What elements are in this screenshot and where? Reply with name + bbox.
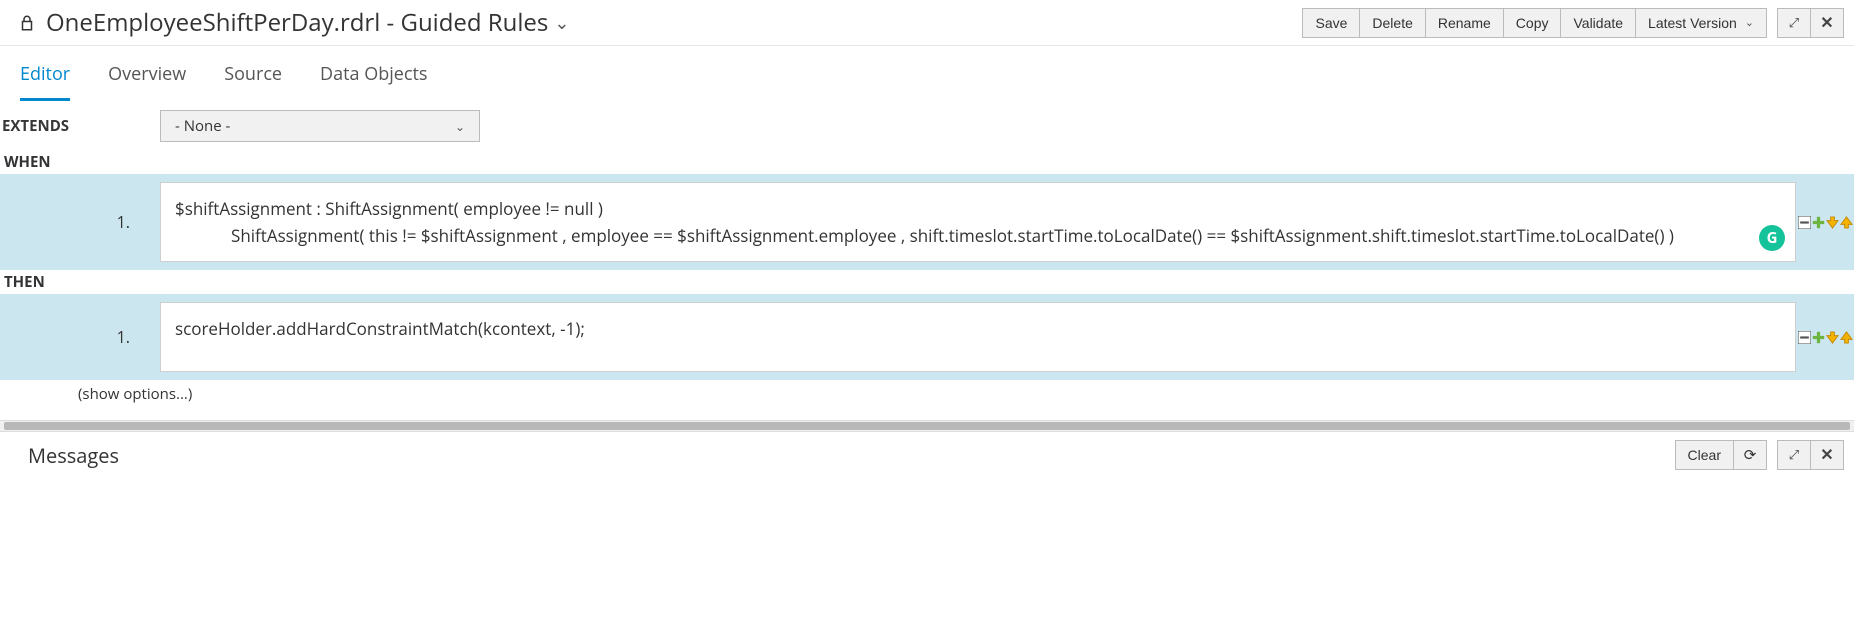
extends-value: - None - xyxy=(175,116,230,136)
condition-number: 1. xyxy=(0,174,160,270)
save-button[interactable]: Save xyxy=(1302,8,1360,38)
title-text: OneEmployeeShiftPerDay.rdrl - Guided Rul… xyxy=(46,6,548,39)
messages-panel-header: Messages Clear ⟳ ⤢ ✕ xyxy=(0,432,1854,478)
chevron-down-icon: ⌄ xyxy=(1745,16,1754,29)
extends-row: EXTENDS - None - ⌄ xyxy=(0,102,1854,150)
rename-button[interactable]: Rename xyxy=(1425,8,1504,38)
action-content[interactable]: scoreHolder.addHardConstraintMatch(kcont… xyxy=(160,302,1796,372)
when-label: WHEN xyxy=(2,152,51,172)
then-header: THEN xyxy=(0,270,1854,294)
move-down-icon[interactable] xyxy=(1826,331,1839,344)
extends-select[interactable]: - None - ⌄ xyxy=(160,110,480,142)
version-dropdown[interactable]: Latest Version ⌄ xyxy=(1635,8,1767,38)
chevron-down-icon: ⌄ xyxy=(554,11,569,35)
validate-button[interactable]: Validate xyxy=(1560,8,1636,38)
move-up-icon[interactable] xyxy=(1840,331,1853,344)
close-icon: ✕ xyxy=(1820,13,1833,33)
refresh-icon: ⟳ xyxy=(1744,446,1757,464)
add-below-icon[interactable] xyxy=(1812,216,1825,229)
scroll-thumb[interactable] xyxy=(4,422,1850,430)
tab-editor[interactable]: Editor xyxy=(20,56,70,101)
then-action-row: 1. scoreHolder.addHardConstraintMatch(kc… xyxy=(0,294,1854,380)
tabs: Editor Overview Source Data Objects xyxy=(0,46,1854,102)
condition-text: ShiftAssignment( this != $shiftAssignmen… xyxy=(231,224,1674,247)
tab-label: Overview xyxy=(108,62,186,86)
show-options-link[interactable]: (show options...) xyxy=(0,380,1854,418)
action-number: 1. xyxy=(0,294,160,380)
condition-actions xyxy=(1796,174,1854,270)
editor-header: OneEmployeeShiftPerDay.rdrl - Guided Rul… xyxy=(0,0,1854,46)
rule-editor: EXTENDS - None - ⌄ WHEN 1. $shiftAssignm… xyxy=(0,102,1854,418)
clear-messages-button[interactable]: Clear xyxy=(1675,440,1734,470)
page-title[interactable]: OneEmployeeShiftPerDay.rdrl - Guided Rul… xyxy=(46,6,569,39)
close-button[interactable]: ✕ xyxy=(1810,8,1844,38)
tab-label: Data Objects xyxy=(320,62,427,86)
close-icon: ✕ xyxy=(1820,445,1833,465)
messages-title: Messages xyxy=(28,442,119,469)
expand-icon: ⤢ xyxy=(1789,447,1799,463)
condition-line: $shiftAssignment : ShiftAssignment( empl… xyxy=(175,195,1781,222)
refresh-messages-button[interactable]: ⟳ xyxy=(1733,440,1767,470)
move-down-icon[interactable] xyxy=(1826,216,1839,229)
rename-label: Rename xyxy=(1438,15,1491,31)
toolbar: Save Delete Rename Copy Validate Latest … xyxy=(1302,8,1844,38)
save-label: Save xyxy=(1315,15,1347,31)
spacer xyxy=(1767,440,1777,470)
clear-label: Clear xyxy=(1688,447,1721,463)
lock-icon xyxy=(18,12,36,34)
header-left: OneEmployeeShiftPerDay.rdrl - Guided Rul… xyxy=(18,6,569,39)
action-actions xyxy=(1796,294,1854,380)
remove-icon[interactable] xyxy=(1798,216,1811,229)
when-condition-row: 1. $shiftAssignment : ShiftAssignment( e… xyxy=(0,174,1854,270)
tab-data-objects[interactable]: Data Objects xyxy=(320,56,427,101)
copy-button[interactable]: Copy xyxy=(1503,8,1562,38)
when-header: WHEN xyxy=(0,150,1854,174)
chevron-down-icon: ⌄ xyxy=(455,118,465,135)
messages-actions: Clear ⟳ ⤢ ✕ xyxy=(1675,440,1844,470)
tab-label: Editor xyxy=(20,62,70,86)
expand-messages-button[interactable]: ⤢ xyxy=(1777,440,1811,470)
close-messages-button[interactable]: ✕ xyxy=(1810,440,1844,470)
action-line: scoreHolder.addHardConstraintMatch(kcont… xyxy=(175,315,1781,342)
extends-label: EXTENDS xyxy=(0,116,160,136)
version-label: Latest Version xyxy=(1648,15,1737,31)
copy-label: Copy xyxy=(1516,15,1549,31)
show-options-text: (show options...) xyxy=(78,384,192,404)
move-up-icon[interactable] xyxy=(1840,216,1853,229)
then-label: THEN xyxy=(2,272,45,292)
validate-label: Validate xyxy=(1573,15,1623,31)
expand-button[interactable]: ⤢ xyxy=(1777,8,1811,38)
condition-line: ShiftAssignment( this != $shiftAssignmen… xyxy=(175,222,1781,249)
add-below-icon[interactable] xyxy=(1812,331,1825,344)
grammarly-icon[interactable]: G xyxy=(1759,225,1785,251)
tab-label: Source xyxy=(224,62,282,86)
condition-content[interactable]: $shiftAssignment : ShiftAssignment( empl… xyxy=(160,182,1796,262)
tab-source[interactable]: Source xyxy=(224,56,282,101)
horizontal-scrollbar[interactable] xyxy=(0,420,1854,432)
delete-button[interactable]: Delete xyxy=(1359,8,1425,38)
delete-label: Delete xyxy=(1372,15,1412,31)
tab-overview[interactable]: Overview xyxy=(108,56,186,101)
remove-icon[interactable] xyxy=(1798,331,1811,344)
expand-icon: ⤢ xyxy=(1789,15,1799,31)
